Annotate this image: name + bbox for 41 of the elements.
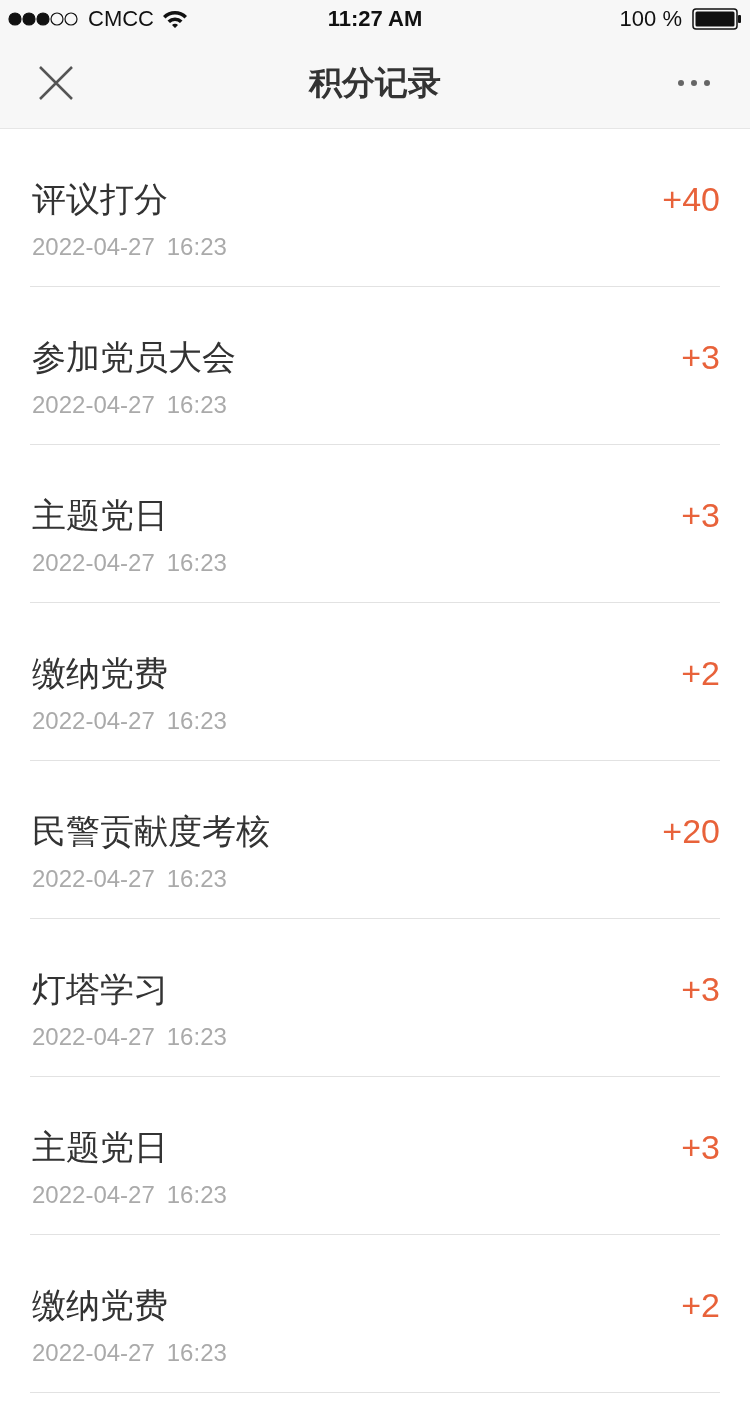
- record-title: 主题党日: [31, 495, 169, 535]
- record-points: +3: [681, 1127, 720, 1168]
- record-date: 2022-04-27: [32, 1339, 155, 1367]
- record-title: 主题党日: [31, 1127, 169, 1167]
- wifi-icon: [162, 9, 188, 29]
- record-points: +3: [681, 337, 720, 378]
- record-date: 2022-04-27: [32, 549, 155, 577]
- more-button[interactable]: [677, 79, 711, 87]
- record-date: 2022-04-27: [32, 1023, 155, 1051]
- record-date: 2022-04-27: [32, 865, 155, 893]
- record-time: 16:23: [166, 233, 227, 261]
- record-date: 2022-04-27: [32, 707, 155, 735]
- record-time: 16:23: [166, 707, 227, 735]
- record-time: 16:23: [166, 865, 227, 893]
- close-button[interactable]: [38, 65, 74, 101]
- record-date: 2022-04-27: [32, 391, 155, 419]
- battery-icon: [692, 8, 742, 30]
- record-points: +3: [681, 495, 720, 536]
- record-points: +3: [681, 969, 720, 1010]
- record-title: 缴纳党费: [31, 1285, 169, 1325]
- record-points: +20: [662, 811, 720, 852]
- record-title: 评议打分: [31, 179, 169, 219]
- record-time: 16:23: [166, 1181, 227, 1209]
- record-time: 16:23: [166, 1023, 227, 1051]
- record-points: +2: [681, 1285, 720, 1326]
- record-time: 16:23: [166, 391, 227, 419]
- record-time: 16:23: [166, 549, 227, 577]
- record-time: 16:23: [166, 1339, 227, 1367]
- page-title: 积分记录: [307, 62, 442, 103]
- record-title: 参加党员大会: [31, 337, 236, 377]
- battery-percent: 100 %: [619, 6, 682, 32]
- carrier-name: CMCC: [88, 6, 154, 32]
- record-date: 2022-04-27: [32, 1181, 155, 1209]
- record-points: +40: [662, 179, 720, 220]
- record-title: 缴纳党费: [31, 653, 169, 693]
- clock-time: 11:27 AM: [327, 6, 423, 32]
- signal-icon: [8, 12, 80, 26]
- record-title: 灯塔学习: [31, 969, 169, 1009]
- record-date: 2022-04-27: [32, 233, 155, 261]
- record-points: +2: [681, 653, 720, 694]
- record-title: 民警贡献度考核: [31, 811, 270, 851]
